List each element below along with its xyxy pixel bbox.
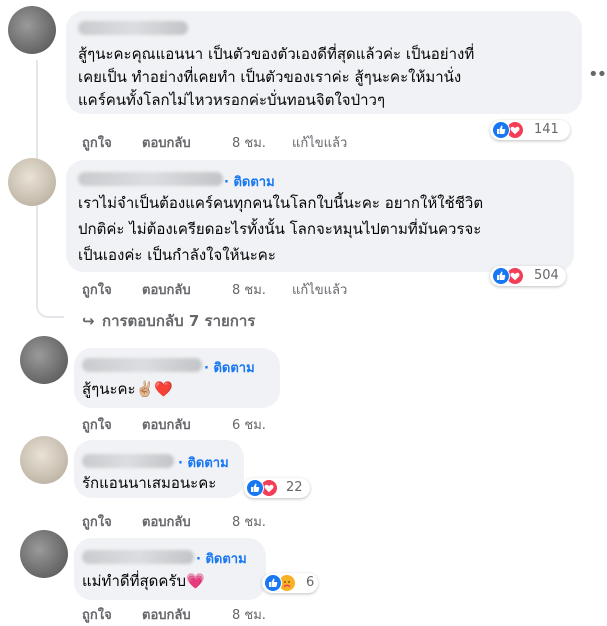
reply-arrow-icon: ↪ <box>82 312 95 330</box>
like-icon <box>492 121 510 139</box>
reply-button[interactable]: ตอบกลับ <box>142 414 191 435</box>
reply-button[interactable]: ตอบกลับ <box>142 511 191 532</box>
follow-label: ติดตาม <box>233 175 275 190</box>
like-icon <box>264 574 282 592</box>
like-icon <box>492 267 510 285</box>
commenter-name[interactable] <box>82 358 202 372</box>
avatar[interactable] <box>20 436 68 484</box>
avatar[interactable] <box>8 6 56 54</box>
comment-text-line: เป็นเองค่ะ เป็นกำลังใจให้นะคะ <box>78 246 276 264</box>
reaction-summary[interactable]: 6 <box>262 573 318 593</box>
follow-button[interactable]: · ติดตาม <box>178 452 229 473</box>
commenter-name[interactable] <box>78 172 223 186</box>
comment-bubble: · ติดตาม รักแอนนาเสมอนะคะ <box>74 440 244 498</box>
replies-label: การตอบกลับ 7 รายการ <box>102 312 256 330</box>
commenter-name[interactable] <box>78 21 188 35</box>
comment-text-line: ปกติค่ะ ไม่ต้องเครียดอะไรทั้งนั้น โลกจะห… <box>78 220 482 238</box>
view-replies-link[interactable]: ↪ การตอบกลับ 7 รายการ <box>82 309 255 333</box>
edited-label: แก้ไขแล้ว <box>292 283 348 298</box>
like-button[interactable]: ถูกใจ <box>82 132 112 153</box>
like-button[interactable]: ถูกใจ <box>82 604 112 625</box>
reaction-summary[interactable]: 141 <box>490 120 570 140</box>
follow-label: ติดตาม <box>187 456 229 471</box>
comment-text-line: รักแอนนาเสมอนะคะ <box>82 474 217 492</box>
comment-text-line: สู้ๆนะคะคุณแอนนา เป็นตัวของตัวเองดีที่สุ… <box>78 45 475 63</box>
avatar[interactable] <box>20 336 68 384</box>
comment-text-line: เราไม่จำเป็นต้องแคร์คนทุกคนในโลกใบนี้นะค… <box>78 194 484 212</box>
commenter-name[interactable] <box>82 550 194 564</box>
timestamp[interactable]: 6 ชม. <box>232 414 266 435</box>
follow-button[interactable]: · ติดตาม <box>224 171 275 192</box>
comment-bubble: สู้ๆนะคะคุณแอนนา เป็นตัวของตัวเองดีที่สุ… <box>66 11 582 114</box>
follow-button[interactable]: · ติดตาม <box>204 357 255 378</box>
reaction-summary[interactable]: 504 <box>490 266 566 286</box>
timestamp[interactable]: 8 ชม. <box>232 604 266 625</box>
comment-bubble: · ติดตาม แม่ทำดีที่สุดครับ💗 <box>74 538 266 600</box>
reply-button[interactable]: ตอบกลับ <box>142 279 191 300</box>
reaction-count: 504 <box>534 268 559 283</box>
avatar[interactable] <box>20 530 68 578</box>
comment-text-line: แคร์คนทั้งโลกไม่ไหวหรอกค่ะบั่นทอนจิตใจป่… <box>78 91 385 109</box>
timestamp[interactable]: 8 ชม. <box>232 132 266 153</box>
reaction-count: 141 <box>534 122 559 137</box>
follow-button[interactable]: · ติดตาม <box>196 548 247 569</box>
reply-button[interactable]: ตอบกลับ <box>142 604 191 625</box>
comment-text-line: สู้ๆนะคะ✌🏼❤️ <box>82 380 173 398</box>
avatar[interactable] <box>8 158 56 206</box>
comment-text-line: แม่ทำดีที่สุดครับ💗 <box>82 572 205 590</box>
like-icon <box>246 479 264 497</box>
like-button[interactable]: ถูกใจ <box>82 511 112 532</box>
follow-label: ติดตาม <box>205 552 247 567</box>
reaction-summary[interactable]: 22 <box>244 478 310 498</box>
reaction-count: 6 <box>306 575 315 590</box>
follow-label: ติดตาม <box>213 361 255 376</box>
like-button[interactable]: ถูกใจ <box>82 279 112 300</box>
reply-button[interactable]: ตอบกลับ <box>142 132 191 153</box>
timestamp[interactable]: 8 ชม. <box>232 511 266 532</box>
comment-bubble: · ติดตาม เราไม่จำเป็นต้องแคร์คนทุกคนในโล… <box>66 160 574 272</box>
edited-label: แก้ไขแล้ว <box>292 136 348 151</box>
reaction-count: 22 <box>286 480 303 495</box>
timestamp[interactable]: 8 ชม. <box>232 279 266 300</box>
comment-bubble: · ติดตาม สู้ๆนะคะ✌🏼❤️ <box>74 348 280 408</box>
commenter-name[interactable] <box>82 454 174 468</box>
comment-text-line: เคยเป็น ทำอย่างที่เคยทำ เป็นตัวของเราค่ะ… <box>78 68 462 86</box>
more-icon[interactable]: ••• <box>588 64 607 85</box>
like-button[interactable]: ถูกใจ <box>82 414 112 435</box>
